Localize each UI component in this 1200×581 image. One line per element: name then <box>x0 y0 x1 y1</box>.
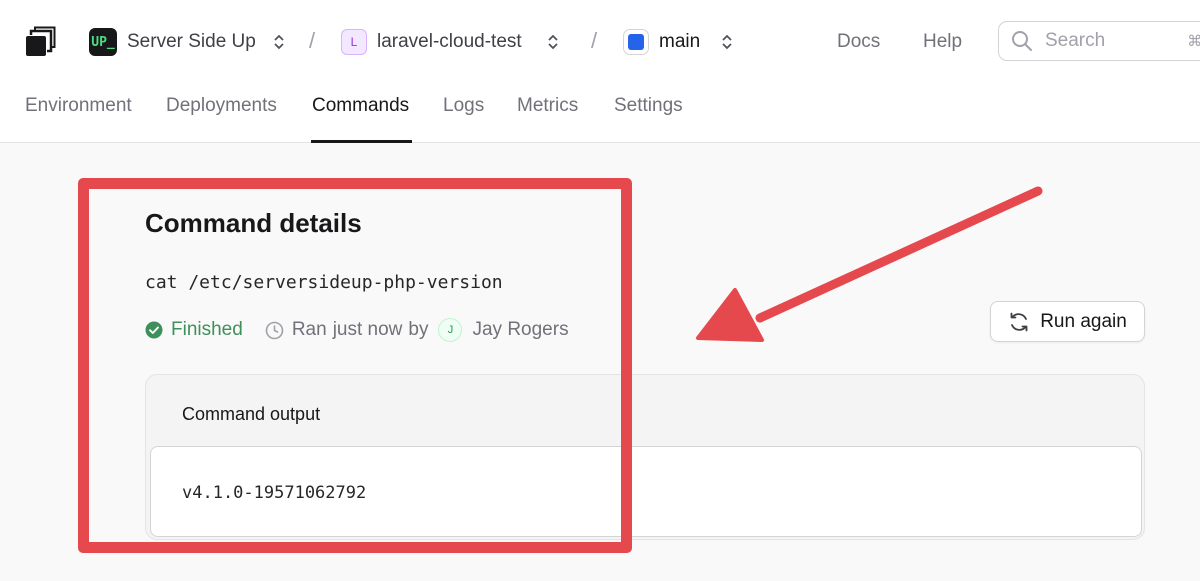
check-circle-icon <box>145 321 163 339</box>
user-name: Jay Rogers <box>472 319 569 340</box>
tab-settings[interactable]: Settings <box>614 95 683 117</box>
tab-logs[interactable]: Logs <box>443 95 484 117</box>
run-again-label: Run again <box>1040 310 1127 332</box>
tab-commands[interactable]: Commands <box>312 95 409 117</box>
annotation-arrow <box>696 186 1043 342</box>
top-bar: UP_ Server Side Up / L laravel-cloud-tes… <box>0 0 1200 143</box>
command-meta: Finished Ran just now by J Jay Rogers <box>145 317 569 343</box>
environment-switcher[interactable]: main <box>623 24 734 60</box>
chevron-updown-icon <box>722 34 732 50</box>
app-logo-icon[interactable] <box>24 26 56 58</box>
avatar: J <box>438 318 463 342</box>
clock-icon <box>265 321 284 339</box>
app-switcher[interactable]: L laravel-cloud-test <box>341 24 560 60</box>
docs-link[interactable]: Docs <box>837 31 880 53</box>
output-text: v4.1.0-19571062792 <box>182 483 367 503</box>
env-badge <box>623 29 649 55</box>
output-box: v4.1.0-19571062792 <box>150 446 1142 537</box>
app-name: laravel-cloud-test <box>377 31 522 52</box>
page-title: Command details <box>145 208 362 238</box>
command-text: cat /etc/serversideup-php-version <box>145 272 503 293</box>
app-badge: L <box>341 29 367 55</box>
chevron-updown-icon <box>548 34 558 50</box>
search-input[interactable]: Search ⌘ <box>998 21 1200 61</box>
tab-deployments[interactable]: Deployments <box>166 95 277 117</box>
search-shortcut: ⌘ <box>1187 33 1200 50</box>
by-label: by <box>408 319 429 340</box>
org-badge: UP_ <box>89 28 117 56</box>
status-badge: Finished <box>171 319 243 340</box>
ran-time: just now <box>332 319 403 340</box>
tab-environment[interactable]: Environment <box>25 95 132 117</box>
ran-label: Ran <box>291 319 327 340</box>
search-placeholder: Search <box>1045 30 1106 51</box>
active-tab-indicator <box>311 140 412 143</box>
env-color-dot <box>628 34 644 50</box>
org-switcher[interactable]: UP_ Server Side Up <box>89 24 286 60</box>
output-title: Command output <box>182 404 321 424</box>
env-name: main <box>659 31 701 52</box>
tab-metrics[interactable]: Metrics <box>517 95 578 117</box>
search-icon <box>1012 31 1032 51</box>
chevron-updown-icon <box>274 34 284 50</box>
breadcrumb-separator: / <box>591 28 598 53</box>
help-link[interactable]: Help <box>923 31 962 53</box>
command-output-card: Command output v4.1.0-19571062792 <box>145 374 1145 540</box>
org-name: Server Side Up <box>127 31 256 52</box>
breadcrumb-separator: / <box>309 28 316 53</box>
